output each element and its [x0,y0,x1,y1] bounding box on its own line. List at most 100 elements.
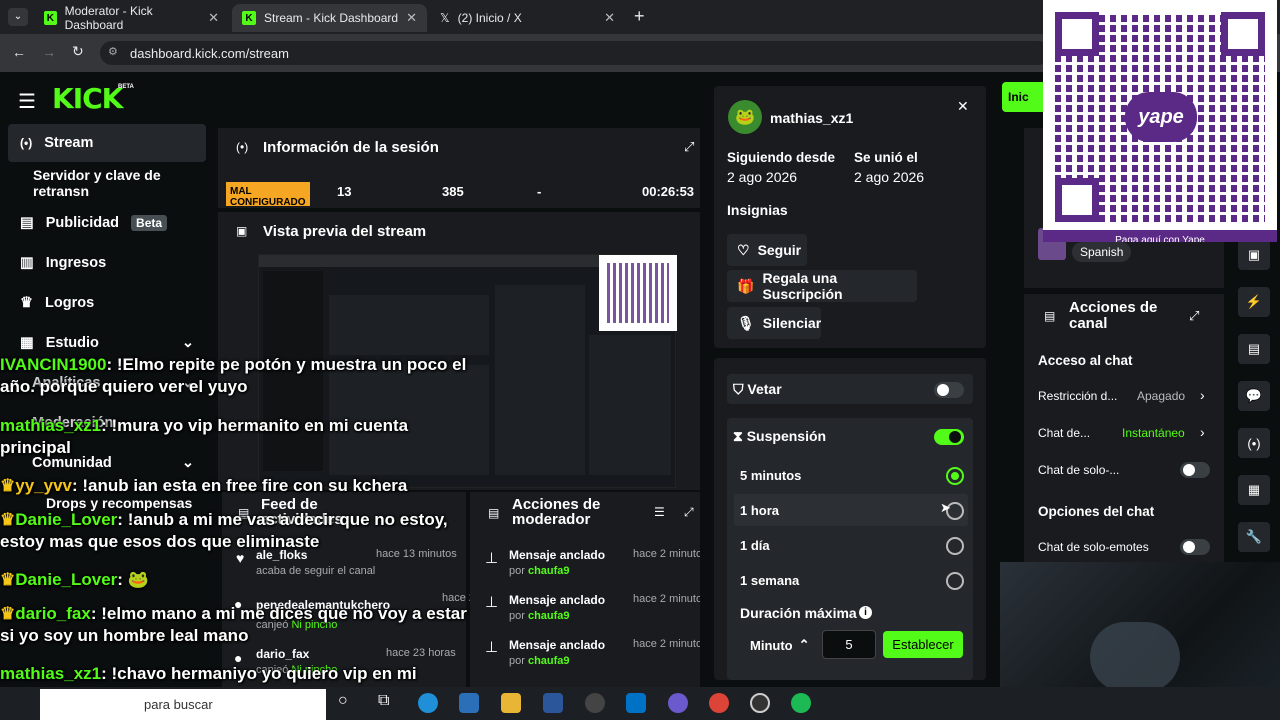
obs-icon[interactable] [750,693,770,713]
url-bar[interactable]: ⚙ dashboard.kick.com/stream [100,41,1050,65]
option-1-week[interactable]: 1 semana [740,573,799,588]
close-icon[interactable]: ✕ [957,98,969,115]
pin-icon: ⊥ [485,550,499,567]
suspension-label: Suspensión [746,428,827,444]
avatar: 🐸 [728,100,762,134]
language-tag: Spanish [1072,242,1132,262]
chat-text: !anub ian esta en free fire con su kcher… [82,476,408,495]
task-view-icon[interactable]: ⧉ [378,692,389,710]
chevron-down-icon: ⌄ [181,335,194,351]
crown-icon: ♛ [0,604,16,623]
chat-user: Danie_Lover [15,510,118,529]
radio-5-minutes[interactable] [946,467,964,485]
word-icon[interactable] [543,693,563,713]
close-tab-icon[interactable]: ✕ [208,10,219,26]
sidebar-item-ads[interactable]: ▤ Publicidad Beta [8,204,206,242]
kick-logo[interactable]: KICK [52,82,123,115]
tab-x[interactable]: 𝕏 (2) Inicio / X ✕ [430,4,625,32]
expand-icon[interactable]: ⤢ [684,505,694,520]
feed-time: hace 23 horas [386,647,456,659]
user-card-username[interactable]: mathias_xz1 [770,110,853,126]
sidebar-item-stream-key[interactable]: Servidor y clave de retransn [21,164,219,202]
layout-icon[interactable]: ▦ [1238,475,1270,505]
broadcast-icon[interactable]: (•) [1238,428,1270,458]
expand-icon[interactable]: ⤢ [1189,308,1199,324]
messenger-icon[interactable] [668,693,688,713]
store-icon[interactable] [459,693,479,713]
tab-moderator[interactable]: K Moderator - Kick Dashboard ✕ [34,4,229,32]
mod-user[interactable]: chaufa9 [528,565,570,577]
folder-icon[interactable] [501,693,521,713]
back-icon[interactable]: ← [12,44,26,60]
duration-input[interactable]: 5 [822,630,876,659]
emotes-only-toggle[interactable] [1180,539,1210,555]
qr-caption: Paga aquí con Yape [1043,230,1277,242]
new-tab-icon[interactable]: + [634,6,645,27]
pin-icon: ⊥ [485,639,499,656]
xbox-icon[interactable] [585,693,605,713]
option-1-day[interactable]: 1 día [740,538,770,553]
tab-search-icon[interactable]: ⌄ [8,8,28,26]
badges-label: Insignias [727,202,788,218]
close-tab-icon[interactable]: ✕ [406,10,417,26]
follow-button[interactable]: ♡ Seguir [727,234,807,266]
gift-sub-button[interactable]: 🎁 Regala una Suscripción [727,270,917,302]
chrome-icon[interactable] [709,693,729,713]
followers-only-toggle[interactable] [1180,462,1210,478]
close-tab-icon[interactable]: ✕ [604,10,615,26]
chat-user: IVANCIN1900 [0,355,107,374]
lightning-icon[interactable]: ⚡ [1238,287,1270,317]
mail-icon[interactable] [626,693,646,713]
radio-1-day[interactable] [946,537,964,555]
silence-button[interactable]: 🎙 Silenciar [727,307,821,339]
ban-toggle[interactable] [934,382,964,398]
chevron-right-icon[interactable]: › [1200,387,1205,403]
sidebar-item-achievements[interactable]: ♛ Logros [8,284,206,322]
session-info-title: Información de la sesión [263,139,439,156]
wrench-icon[interactable]: 🔧 [1238,522,1270,552]
taskbar-search[interactable]: para buscar [40,689,326,720]
mod-user[interactable]: chaufa9 [528,610,570,622]
tab-stream[interactable]: K Stream - Kick Dashboard ✕ [232,4,427,32]
edge-icon[interactable] [418,693,438,713]
unit-label: Minuto [750,637,793,653]
document-icon[interactable]: ▤ [1238,334,1270,364]
silence-label: Silenciar [762,315,822,331]
heart-icon: ♡ [737,241,750,258]
expand-icon[interactable]: ⤢ [684,139,694,155]
site-info-icon[interactable]: ⚙ [108,45,118,58]
set-button[interactable]: Establecer [883,631,963,658]
chevron-right-icon[interactable]: › [1200,424,1205,440]
quick-action-icon[interactable]: ▣ [1238,240,1270,270]
option-1-hour[interactable]: 1 hora [740,503,779,518]
feed-user[interactable]: dario_fax [256,647,309,661]
radio-1-week[interactable] [946,572,964,590]
suspension-toggle[interactable] [934,429,964,445]
sidebar-item-stream[interactable]: (•) Stream [8,124,206,162]
overlay-chat-message: ♛dario_fax: !elmo mano a mi me dices que… [0,604,467,645]
mod-user[interactable]: chaufa9 [528,655,570,667]
info-icon[interactable]: i [859,606,872,619]
forward-icon[interactable]: → [42,44,56,60]
option-5-minutes[interactable]: 5 minutos [740,468,801,483]
menu-icon[interactable]: ☰ [18,89,36,114]
trophy-icon: ♛ [20,295,33,311]
chat-mode-value[interactable]: Instantáneo [1122,426,1185,440]
cortana-icon[interactable]: ○ [338,692,348,710]
reload-icon[interactable]: ↻ [72,43,84,60]
unit-select[interactable]: Minuto ⌃ [740,631,818,659]
filter-icon[interactable]: ☰ [654,505,665,519]
followers-count: 385 [442,184,464,199]
restriction-value[interactable]: Apagado [1137,389,1185,403]
followers-only-label: Chat de solo-... [1038,463,1120,477]
chat-bubble-icon[interactable]: 💬 [1238,381,1270,411]
sidebar-item-revenue[interactable]: ▥ Ingresos [8,244,206,282]
mouse-cursor-icon: ➤ [940,500,951,515]
spotify-icon[interactable] [791,693,811,713]
mod-actions-title: Acciones de moderador [512,496,601,528]
sidebar-item-label: Ingresos [45,255,107,271]
sidebar-item-label: Logros [45,295,95,311]
follow-label: Seguir [757,242,802,258]
mod-time: hace 2 minuto [633,548,703,560]
start-button[interactable]: Inic [1002,82,1046,112]
